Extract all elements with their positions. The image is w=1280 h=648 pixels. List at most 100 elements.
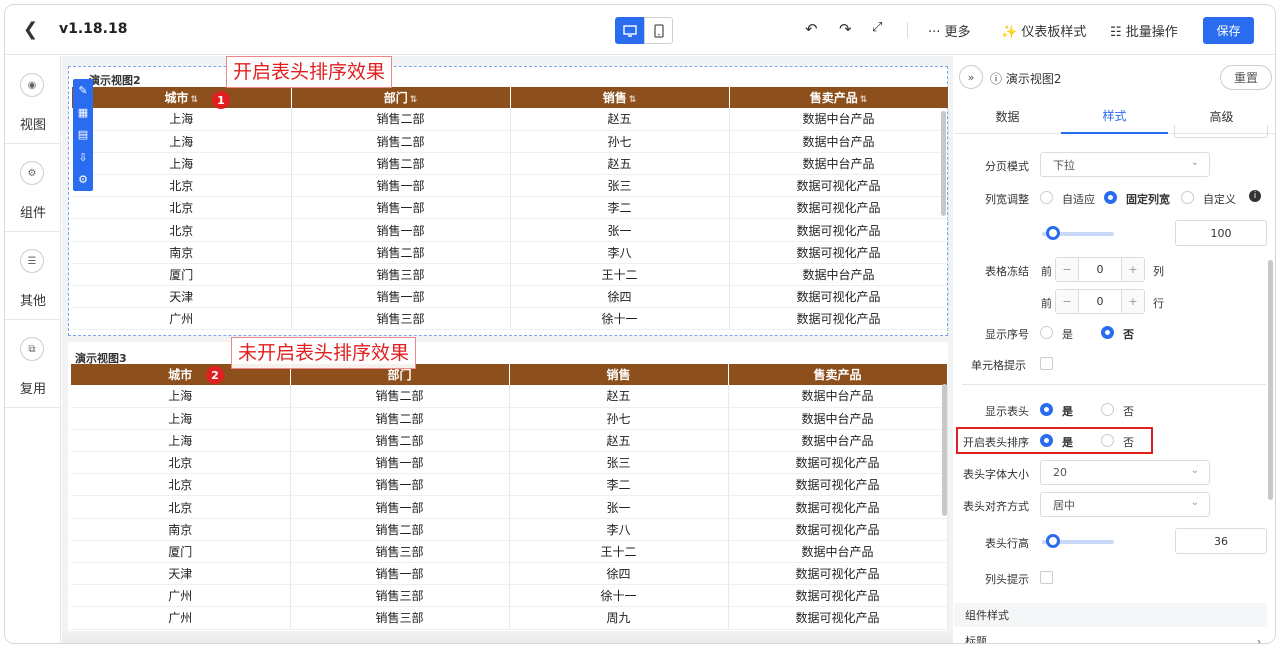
table-cell: 销售一部 <box>290 451 510 475</box>
table-cell: 赵五 <box>509 385 729 408</box>
column-header[interactable]: 城市 ⇅ <box>72 87 292 108</box>
col-tip-checkbox[interactable] <box>1040 571 1053 584</box>
header-align-select[interactable]: 居中 ⌄ <box>1040 492 1210 517</box>
plus-icon[interactable]: + <box>1122 290 1144 313</box>
radio-index-yes[interactable] <box>1040 326 1053 339</box>
freeze-row-value: 0 <box>1078 290 1122 313</box>
document-icon[interactable]: ▤ <box>78 128 88 141</box>
tab-style[interactable]: 样式 <box>1061 98 1168 134</box>
grid-icon: ☷ <box>1110 25 1122 40</box>
table-row: 北京 销售一部 李二 数据可视化产品 <box>71 473 948 497</box>
header-font-label: 表头字体大小 <box>963 468 1029 481</box>
table-view-2[interactable]: 演示视图3 城市 部门 销售 售卖产品 上海 销售二部 赵五 数据中台产品 上海 销售二部 孙七数… <box>68 342 948 639</box>
header-font-select[interactable]: 20 ⌄ <box>1040 460 1210 485</box>
table-row: 上海 销售二部 赵五 数据中台产品 <box>72 152 949 176</box>
component-style-section[interactable]: 组件样式 <box>954 603 1267 627</box>
table-cell: 销售三部 <box>290 540 510 564</box>
minus-icon[interactable]: − <box>1056 290 1078 313</box>
radio-header-yes[interactable] <box>1040 403 1053 416</box>
freeze-col-stepper[interactable]: −0 + <box>1055 257 1145 282</box>
dashboard-style-button[interactable]: ✨ 仪表板样式 <box>1001 21 1086 40</box>
freeze-row-stepper[interactable]: −0 + <box>1055 289 1145 314</box>
undo-icon[interactable]: ↶ <box>805 20 818 38</box>
table-cell: 李八 <box>510 241 730 264</box>
toolbar-divider <box>907 22 908 38</box>
settings-icon[interactable]: ⚙ <box>78 173 88 186</box>
radio-adaptive[interactable] <box>1040 191 1053 204</box>
sidebar-item-label: 组件 <box>19 206 46 221</box>
batch-ops-button[interactable]: ☷ 批量操作 <box>1110 21 1178 40</box>
title-section[interactable]: 标题 › <box>954 629 1267 643</box>
table-scrollbar[interactable] <box>941 111 946 216</box>
colwidth-slider-knob[interactable] <box>1046 226 1060 240</box>
info-icon[interactable]: i <box>1249 190 1261 202</box>
panel-title-text: 演示视图2 <box>1005 72 1062 86</box>
header-height-slider-knob[interactable] <box>1046 534 1060 548</box>
radio-fixed[interactable] <box>1104 191 1117 204</box>
column-header[interactable]: 销售 ⇅ <box>510 87 730 108</box>
table-cell: 销售二部 <box>290 518 510 541</box>
export-icon[interactable]: ⇩ <box>78 151 87 164</box>
colwidth-label: 列宽调整 <box>985 193 1029 206</box>
back-arrow-icon[interactable]: ❮ <box>23 19 38 40</box>
edit-icon[interactable]: ✎ <box>78 84 87 97</box>
radio-custom[interactable] <box>1181 191 1194 204</box>
column-header[interactable]: 部门 ⇅ <box>291 87 511 108</box>
table-row: 北京 销售一部 张三 数据可视化产品 <box>72 174 949 198</box>
panel-scrollbar[interactable] <box>1268 260 1273 500</box>
data-table-sortable: 城市 ⇅ 部门 ⇅ 销售 ⇅ 售卖产品 ⇅ 上海 销售二部 赵五 数据中台产品 上海 销售二部 孙七 数据中… <box>72 87 949 331</box>
table-cell: 徐四 <box>510 285 730 309</box>
redo-icon[interactable]: ↷ <box>839 20 852 38</box>
sidebar-item-other[interactable]: ☰ 其他 <box>5 232 61 320</box>
column-header-label: 城市 <box>168 368 193 382</box>
freeze-row-unit: 行 <box>1153 297 1164 310</box>
sort-icon[interactable]: ⇅ <box>190 95 198 105</box>
barcode-icon[interactable]: ▦ <box>78 106 88 119</box>
sidebar-item-label: 复用 <box>19 382 46 397</box>
collapse-panel-icon[interactable]: » <box>959 65 983 89</box>
table-row: 厦门 销售三部 王十二 数据中台产品 <box>71 540 948 564</box>
more-button[interactable]: ··· 更多 <box>928 21 971 40</box>
table-cell: 销售二部 <box>290 407 510 430</box>
pagination-select[interactable]: 下拉 ⌄ <box>1040 152 1210 177</box>
table-cell: 数据可视化产品 <box>729 285 949 309</box>
save-button[interactable]: 保存 <box>1203 17 1254 44</box>
table-scrollbar[interactable] <box>942 384 947 516</box>
annotation-sort-off: 未开启表头排序效果 <box>231 337 417 369</box>
freeze-row-prefix: 前 <box>1041 297 1052 310</box>
sidebar-item-reuse[interactable]: ⧉ 复用 <box>5 320 61 408</box>
table-cell: 数据中台产品 <box>729 263 949 287</box>
reset-button[interactable]: 重置 <box>1220 65 1272 90</box>
fullscreen-icon[interactable]: ⤢ <box>872 20 882 35</box>
sort-icon[interactable]: ⇅ <box>629 95 637 105</box>
header-height-input[interactable]: 36 <box>1175 528 1267 554</box>
tab-data[interactable]: 数据 <box>954 98 1061 134</box>
table-cell: 数据中台产品 <box>728 429 948 453</box>
table-cell: 周九 <box>509 606 729 630</box>
minus-icon[interactable]: − <box>1056 258 1078 281</box>
sort-icon[interactable]: ⇅ <box>860 95 868 105</box>
header-height-label: 表头行高 <box>985 537 1029 550</box>
sidebar-item-component[interactable]: ⚙ 组件 <box>5 144 61 232</box>
table-cell: 上海 <box>71 385 291 408</box>
table-row: 广州 销售三部 徐十一 数据可视化产品 <box>72 307 949 331</box>
radio-header-no[interactable] <box>1101 403 1114 416</box>
column-header[interactable]: 售卖产品 ⇅ <box>729 87 949 108</box>
table-cell: 数据可视化产品 <box>729 241 949 264</box>
monitor-icon <box>622 24 637 37</box>
desktop-view-button[interactable] <box>615 17 644 44</box>
plus-icon[interactable]: + <box>1122 258 1144 281</box>
mobile-view-button[interactable] <box>644 17 673 44</box>
chevron-down-icon: ⌄ <box>1190 497 1199 508</box>
table-view-1[interactable]: 演示视图2 城市 ⇅ 部门 ⇅ 销售 ⇅ 售卖产品 ⇅ 上海 销售二部 赵五 数据中台产品 上海 销售二… <box>68 66 949 336</box>
column-header-label: 销售 <box>606 368 631 382</box>
cell-tip-checkbox[interactable] <box>1040 357 1053 370</box>
sidebar-item-view[interactable]: ◉ 视图 <box>5 56 61 144</box>
radio-index-no[interactable] <box>1101 326 1114 339</box>
table-cell: 赵五 <box>510 108 730 131</box>
sort-icon[interactable]: ⇅ <box>410 95 418 105</box>
table-cell: 销售二部 <box>291 130 511 153</box>
colwidth-input[interactable]: 100 <box>1175 220 1267 246</box>
property-panel: » ⓘ 演示视图2 重置 数据 样式 高级 分页模式 下拉 ⌄ 列宽调整 自适应 … <box>954 56 1275 643</box>
table-cell: 李八 <box>509 518 729 541</box>
